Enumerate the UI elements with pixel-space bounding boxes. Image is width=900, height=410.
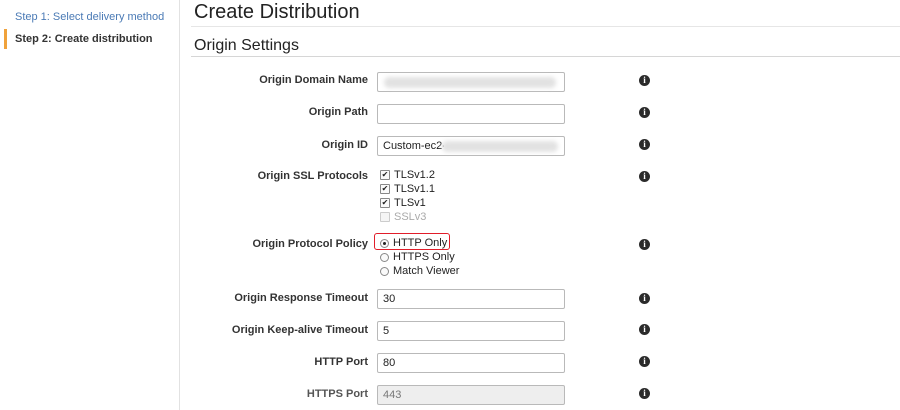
origin-response-timeout-input[interactable] — [377, 289, 565, 309]
origin-response-timeout-label: Origin Response Timeout — [234, 292, 368, 304]
origin-keepalive-timeout-input[interactable] — [377, 321, 565, 341]
info-icon[interactable]: i — [639, 171, 650, 182]
https-port-label: HTTPS Port — [306, 388, 368, 400]
policy-option-http-only[interactable]: HTTP Only — [380, 237, 447, 249]
checkbox-checked[interactable]: ✔ — [380, 170, 390, 180]
origin-domain-name-label: Origin Domain Name — [259, 74, 368, 86]
origin-ssl-protocols-label: Origin SSL Protocols — [257, 170, 368, 182]
http-port-label: HTTP Port — [314, 356, 368, 368]
ssl-option-tlsv1-1[interactable]: ✔ TLSv1.1 — [380, 183, 435, 195]
sidebar-step-create-distribution: Step 2: Create distribution — [15, 33, 153, 45]
title-divider — [191, 26, 900, 27]
info-icon[interactable]: i — [639, 356, 650, 367]
ssl-option-tlsv1-2[interactable]: ✔ TLSv1.2 — [380, 169, 435, 181]
policy-option-label: Match Viewer — [393, 265, 460, 277]
policy-option-https-only[interactable]: HTTPS Only — [380, 251, 455, 263]
origin-id-label: Origin ID — [321, 139, 368, 151]
redacted-domain — [384, 77, 556, 88]
info-icon[interactable]: i — [639, 107, 650, 118]
policy-option-label: HTTP Only — [393, 237, 448, 249]
http-port-input[interactable] — [377, 353, 565, 373]
origin-path-label: Origin Path — [308, 106, 368, 118]
radio-selected[interactable] — [380, 238, 389, 248]
page-title: Create Distribution — [194, 1, 360, 23]
redacted-origin-id — [442, 141, 558, 152]
wizard-sidebar: Step 1: Select delivery method Step 2: C… — [0, 0, 180, 410]
info-icon[interactable]: i — [639, 239, 650, 250]
origin-protocol-policy-label: Origin Protocol Policy — [252, 238, 368, 250]
policy-option-label: HTTPS Only — [393, 251, 455, 263]
checkbox-disabled: ✔ — [380, 212, 390, 222]
section-title: Origin Settings — [194, 37, 299, 54]
checkbox-checked[interactable]: ✔ — [380, 198, 390, 208]
sidebar-step-select-delivery-method[interactable]: Step 1: Select delivery method — [15, 11, 164, 23]
origin-path-input[interactable] — [377, 104, 565, 124]
ssl-option-sslv3: ✔ SSLv3 — [380, 211, 426, 223]
checkbox-checked[interactable]: ✔ — [380, 184, 390, 194]
info-icon[interactable]: i — [639, 139, 650, 150]
info-icon[interactable]: i — [639, 388, 650, 399]
radio-unselected[interactable] — [380, 252, 389, 262]
section-divider — [191, 56, 900, 57]
info-icon[interactable]: i — [639, 293, 650, 304]
ssl-option-label: TLSv1.2 — [394, 169, 435, 181]
ssl-option-tlsv1[interactable]: ✔ TLSv1 — [380, 197, 426, 209]
origin-keepalive-timeout-label: Origin Keep-alive Timeout — [231, 324, 368, 336]
ssl-option-label: TLSv1 — [394, 197, 426, 209]
active-step-indicator — [4, 29, 7, 49]
https-port-input — [377, 385, 565, 405]
radio-unselected[interactable] — [380, 266, 389, 276]
info-icon[interactable]: i — [639, 324, 650, 335]
policy-option-match-viewer[interactable]: Match Viewer — [380, 265, 459, 277]
ssl-option-label: TLSv1.1 — [394, 183, 435, 195]
info-icon[interactable]: i — [639, 75, 650, 86]
ssl-option-label: SSLv3 — [394, 211, 427, 223]
